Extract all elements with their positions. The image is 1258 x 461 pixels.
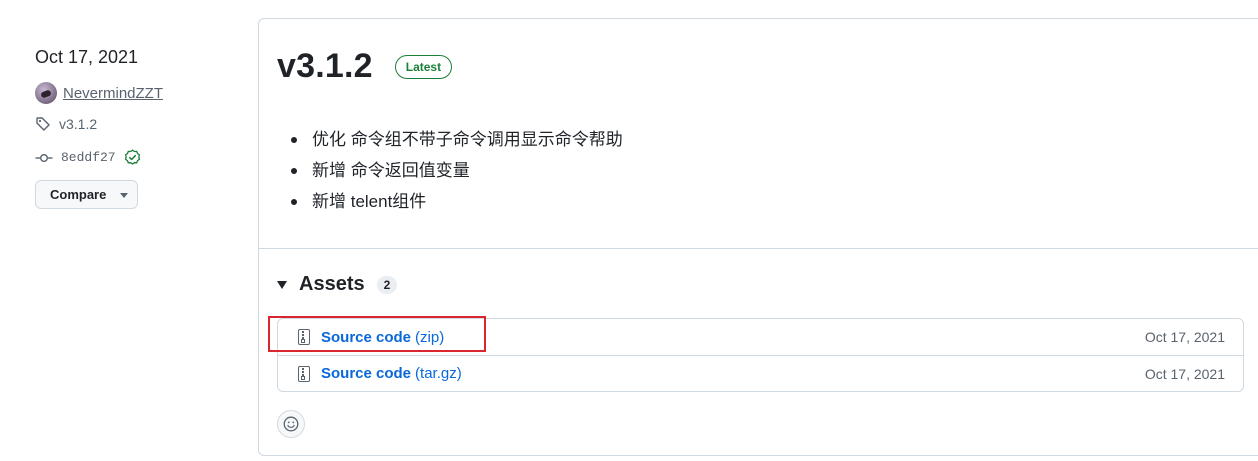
tag-link[interactable]: v3.1.2: [35, 116, 97, 132]
compare-label: Compare: [50, 187, 107, 202]
asset-list: Source code (zip) Oct 17, 2021 Source co…: [277, 318, 1244, 392]
release-notes: 优化 命令组不带子命令调用显示命令帮助 新增 命令返回值变量 新增 telent…: [291, 124, 623, 217]
release-title[interactable]: v3.1.2: [277, 47, 373, 86]
note-item: 新增 命令返回值变量: [291, 155, 623, 186]
author[interactable]: NevermindZZT: [35, 82, 163, 104]
asset-row-zip[interactable]: Source code (zip) Oct 17, 2021: [278, 319, 1243, 355]
author-link[interactable]: NevermindZZT: [63, 85, 163, 102]
release-card: v3.1.2 Latest 优化 命令组不带子命令调用显示命令帮助 新增 命令返…: [258, 18, 1258, 456]
add-reaction-button[interactable]: [277, 410, 305, 438]
tag-name[interactable]: v3.1.2: [59, 116, 97, 132]
assets-toggle[interactable]: Assets 2: [277, 273, 398, 296]
compare-button[interactable]: Compare: [35, 180, 138, 209]
release-header: v3.1.2 Latest: [277, 47, 453, 86]
asset-row-targz[interactable]: Source code (tar.gz) Oct 17, 2021: [278, 355, 1243, 391]
assets-title[interactable]: Assets: [299, 273, 365, 296]
file-zip-icon: [298, 365, 310, 382]
asset-date: Oct 17, 2021: [1144, 365, 1225, 382]
smiley-icon: [283, 416, 299, 432]
avatar[interactable]: [35, 82, 57, 104]
note-item: 优化 命令组不带子命令调用显示命令帮助: [291, 124, 623, 155]
assets-count-badge: 2: [376, 275, 398, 294]
asset-link-name[interactable]: Source code: [321, 365, 411, 382]
commit-sha[interactable]: 8eddf27: [61, 150, 116, 165]
release-date: Oct 17, 2021: [35, 47, 139, 67]
triangle-down-icon[interactable]: [277, 280, 287, 289]
triangle-down-icon: [120, 193, 129, 198]
git-commit-icon: [35, 153, 53, 162]
file-zip-icon: [298, 329, 310, 345]
asset-link-ext[interactable]: (zip): [415, 329, 444, 346]
verified-check-icon[interactable]: [124, 149, 141, 166]
asset-date: Oct 17, 2021: [1144, 329, 1225, 345]
commit-link[interactable]: 8eddf27: [35, 149, 141, 166]
note-item: 新增 telent组件: [291, 186, 623, 217]
divider: [259, 248, 1258, 249]
latest-badge: Latest: [394, 54, 453, 79]
asset-link-ext[interactable]: (tar.gz): [415, 365, 462, 382]
asset-link-name[interactable]: Source code: [321, 329, 411, 346]
tag-icon: [36, 117, 50, 131]
